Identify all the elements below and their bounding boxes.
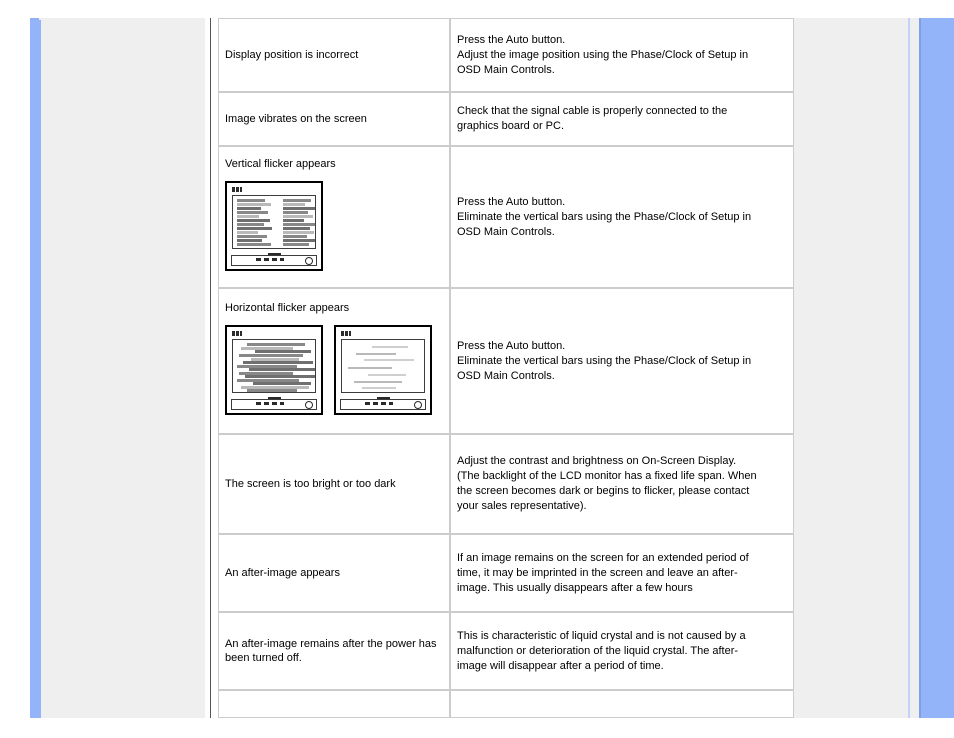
brand-logo-icon — [341, 331, 352, 336]
action-line: Press the Auto button. — [457, 195, 566, 208]
action-line: time, it may be imprinted in the screen … — [457, 566, 738, 579]
table-row: Vertical flicker appears Press the Auto … — [218, 146, 794, 288]
symptom-cell: Image vibrates on the screen — [218, 92, 450, 146]
monitor-knob-icon — [305, 257, 313, 265]
left-sidebar-panel — [30, 18, 205, 718]
symptom-text: Horizontal flicker appears — [225, 302, 350, 314]
action-line: Eliminate the vertical bars using the Ph… — [457, 210, 752, 223]
monitor-vertical-flicker-illustration — [225, 181, 443, 271]
troubleshooting-table: Display position is incorrect Press the … — [218, 18, 794, 718]
action-line: If an image remains on the screen for an… — [457, 551, 749, 564]
right-accent-rail-edge — [919, 18, 921, 718]
action-line: OSD Main Controls. — [457, 369, 555, 382]
left-accent-rail — [30, 20, 41, 718]
action-cell: Adjust the contrast and brightness on On… — [450, 434, 794, 534]
brand-logo-icon — [232, 187, 242, 192]
table-row — [218, 690, 794, 718]
action-cell — [450, 690, 794, 718]
monitor-knob-icon — [305, 401, 313, 409]
symptom-cell — [218, 690, 450, 718]
table-row: An after-image appears If an image remai… — [218, 534, 794, 612]
symptom-text: Image vibrates on the screen — [225, 113, 367, 125]
action-line: Press the Auto button. — [457, 339, 566, 352]
action-line: image will disappear after a period of t… — [457, 659, 664, 672]
right-accent-rail — [919, 18, 954, 718]
action-line: graphics board or PC. — [457, 120, 564, 132]
action-line: Eliminate the vertical bars using the Ph… — [457, 354, 752, 367]
monitor-knob-icon — [414, 401, 423, 409]
monitor-screen — [341, 339, 426, 393]
content-left-rule — [210, 18, 211, 718]
table-row: Image vibrates on the screen Check that … — [218, 92, 794, 146]
action-line: your sales representative). — [457, 500, 587, 512]
right-rail-gap — [910, 18, 919, 718]
symptom-cell: Vertical flicker appears — [218, 146, 450, 288]
table-row: Display position is incorrect Press the … — [218, 18, 794, 92]
action-line: OSD Main Controls. — [457, 225, 555, 238]
monitor-icon — [225, 181, 323, 271]
symptom-text: An after-image appears — [225, 567, 340, 579]
brand-logo-icon — [232, 331, 242, 336]
table-row: Horizontal flicker appears Press the Aut… — [218, 288, 794, 434]
main-content-area: Display position is incorrect Press the … — [210, 18, 794, 718]
action-cell: Press the Auto button. Eliminate the ver… — [450, 288, 794, 434]
action-line: Adjust the image position using the Phas… — [457, 48, 749, 61]
action-line: Adjust the contrast and brightness on On… — [457, 455, 737, 467]
action-line: (The backlight of the LCD monitor has a … — [457, 470, 757, 482]
right-sidebar-panel-secondary — [870, 18, 910, 718]
action-cell: This is characteristic of liquid crystal… — [450, 612, 794, 690]
symptom-cell: An after-image appears — [218, 534, 450, 612]
symptom-cell: Horizontal flicker appears — [218, 288, 450, 434]
symptom-cell: An after-image remains after the power h… — [218, 612, 450, 690]
action-cell: Press the Auto button. Eliminate the ver… — [450, 146, 794, 288]
action-line: Press the Auto button. — [457, 33, 566, 46]
symptom-text: Vertical flicker appears — [225, 158, 336, 170]
action-cell: Check that the signal cable is properly … — [450, 92, 794, 146]
monitor-screen — [232, 195, 316, 249]
monitor-horizontal-flicker-illustration — [225, 325, 443, 415]
monitor-icon — [225, 325, 323, 415]
monitor-icon — [334, 325, 433, 415]
action-line: image. This usually disappears after a f… — [457, 581, 693, 594]
action-line: the screen becomes dark or begins to fli… — [457, 485, 750, 497]
action-line: This is characteristic of liquid crystal… — [457, 629, 746, 642]
monitor-screen — [232, 339, 316, 393]
symptom-text: An after-image remains after the power h… — [225, 638, 437, 664]
symptom-cell: Display position is incorrect — [218, 18, 450, 92]
table-row: An after-image remains after the power h… — [218, 612, 794, 690]
action-line: Check that the signal cable is properly … — [457, 105, 728, 117]
action-cell: Press the Auto button. Adjust the image … — [450, 18, 794, 92]
symptom-text: Display position is incorrect — [225, 49, 359, 61]
symptom-cell: The screen is too bright or too dark — [218, 434, 450, 534]
action-cell: If an image remains on the screen for an… — [450, 534, 794, 612]
symptom-text: The screen is too bright or too dark — [225, 478, 396, 490]
action-line: OSD Main Controls. — [457, 63, 555, 76]
action-line: malfunction or deterioration of the liqu… — [457, 644, 739, 657]
page-root: Display position is incorrect Press the … — [0, 0, 954, 738]
table-row: The screen is too bright or too dark Adj… — [218, 434, 794, 534]
